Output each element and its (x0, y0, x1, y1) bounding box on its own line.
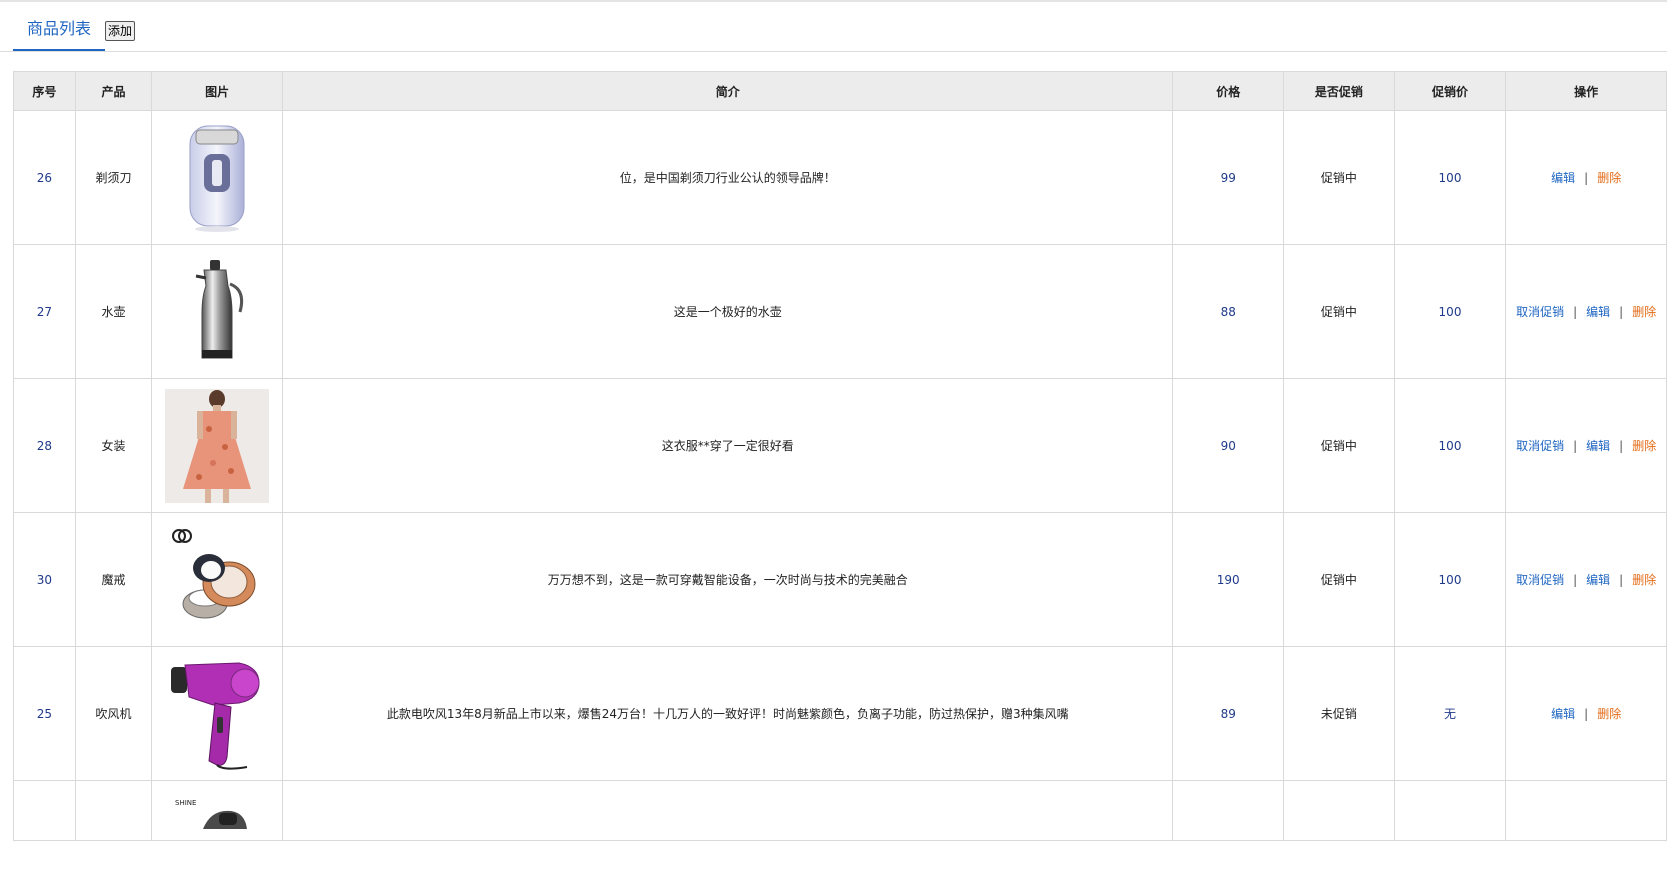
edit-link[interactable]: 编辑 (1586, 573, 1610, 587)
product-table: 序号 产品 图片 简介 价格 是否促销 促销价 操作 26 剃须刀 位，是中国剃… (13, 71, 1667, 841)
table-header-row: 序号 产品 图片 简介 价格 是否促销 促销价 操作 (13, 71, 1667, 111)
add-button[interactable]: 添加 (105, 21, 136, 41)
row-actions (1505, 780, 1667, 841)
table-row: 30 魔戒 万万想不到，这是一款可穿戴智能设备，一次时尚与技术的完美融合 190… (13, 512, 1667, 647)
row-actions: 编辑 | 删除 (1505, 110, 1667, 245)
row-description: 位，是中国剃须刀行业公认的领导品牌！ (282, 110, 1174, 245)
row-product-name (74, 780, 153, 841)
row-product-name: 女装 (74, 378, 153, 513)
cancel-promotion-link[interactable]: 取消促销 (1516, 305, 1564, 319)
row-promotion-status: 促销中 (1283, 378, 1395, 513)
row-price: 190 (1172, 512, 1285, 647)
row-promotion-status: 未促销 (1283, 646, 1395, 781)
separator: | (1619, 573, 1624, 587)
separator: | (1573, 573, 1578, 587)
row-description (282, 780, 1174, 841)
delete-link[interactable]: 删除 (1597, 707, 1621, 721)
row-product-name: 吹风机 (74, 646, 153, 781)
row-price: 99 (1172, 110, 1285, 245)
header-promo-price: 促销价 (1393, 71, 1507, 111)
row-price: 90 (1172, 378, 1285, 513)
row-id: 28 (13, 378, 76, 513)
row-promo-price (1393, 780, 1507, 841)
row-actions: 取消促销 | 编辑 | 删除 (1505, 512, 1667, 647)
row-price: 88 (1172, 244, 1285, 379)
row-description: 这是一个极好的水壶 (282, 244, 1174, 379)
row-promotion-status: 促销中 (1283, 512, 1395, 647)
row-promotion-status (1283, 780, 1395, 841)
dress-image (151, 378, 284, 513)
separator: | (1573, 439, 1578, 453)
delete-link[interactable]: 删除 (1632, 439, 1656, 453)
row-id: 27 (13, 244, 76, 379)
row-description: 万万想不到，这是一款可穿戴智能设备，一次时尚与技术的完美融合 (282, 512, 1174, 647)
separator: | (1619, 305, 1624, 319)
smart-ring-image (151, 512, 284, 647)
tab-product-list[interactable]: 商品列表 (13, 18, 105, 51)
watch-brand-text: SHINE (175, 799, 196, 807)
hair-dryer-image (151, 646, 284, 781)
cancel-promotion-link[interactable]: 取消促销 (1516, 439, 1564, 453)
separator: | (1619, 439, 1624, 453)
header-id: 序号 (13, 71, 76, 111)
header-image: 图片 (151, 71, 284, 111)
row-actions: 取消促销 | 编辑 | 删除 (1505, 378, 1667, 513)
row-promo-price: 100 (1393, 512, 1507, 647)
edit-link[interactable]: 编辑 (1551, 171, 1575, 185)
tab-bar: 商品列表 添加 (0, 0, 1667, 52)
row-description: 此款电吹风13年8月新品上市以来，爆售24万台！十几万人的一致好评！时尚魅紫颜色… (282, 646, 1174, 781)
row-promotion-status: 促销中 (1283, 244, 1395, 379)
row-promotion-status: 促销中 (1283, 110, 1395, 245)
row-id: 26 (13, 110, 76, 245)
row-product-name: 水壶 (74, 244, 153, 379)
edit-link[interactable]: 编辑 (1586, 305, 1610, 319)
row-actions: 取消促销 | 编辑 | 删除 (1505, 244, 1667, 379)
header-product: 产品 (74, 71, 153, 111)
row-price (1172, 780, 1285, 841)
header-promotion-status: 是否促销 (1283, 71, 1395, 111)
kettle-image (151, 244, 284, 379)
separator: | (1584, 707, 1589, 721)
header-description: 简介 (282, 71, 1174, 111)
header-actions: 操作 (1505, 71, 1667, 111)
table-row: SHINE (13, 780, 1667, 841)
table-row: 26 剃须刀 位，是中国剃须刀行业公认的领导品牌！ 99 促销中 100 编辑 … (13, 110, 1667, 245)
cancel-promotion-link[interactable]: 取消促销 (1516, 573, 1564, 587)
row-promo-price: 100 (1393, 110, 1507, 245)
separator: | (1573, 305, 1578, 319)
row-price: 89 (1172, 646, 1285, 781)
row-promo-price: 100 (1393, 378, 1507, 513)
table-row: 28 女装 这衣服**穿了一定很好看 90 促销中 100 取消促销 | 编辑 | 删除 (13, 378, 1667, 513)
row-product-name: 魔戒 (74, 512, 153, 647)
delete-link[interactable]: 删除 (1597, 171, 1621, 185)
shaver-image (151, 110, 284, 245)
table-row: 27 水壶 这是一个极好的水壶 88 促销中 100 取消促销 | 编辑 | 删… (13, 244, 1667, 379)
row-description: 这衣服**穿了一定很好看 (282, 378, 1174, 513)
delete-link[interactable]: 删除 (1632, 573, 1656, 587)
delete-link[interactable]: 删除 (1632, 305, 1656, 319)
row-id: 25 (13, 646, 76, 781)
header-price: 价格 (1172, 71, 1285, 111)
edit-link[interactable]: 编辑 (1551, 707, 1575, 721)
row-product-name: 剃须刀 (74, 110, 153, 245)
edit-link[interactable]: 编辑 (1586, 439, 1610, 453)
row-id: 30 (13, 512, 76, 647)
separator: | (1584, 171, 1589, 185)
row-id (13, 780, 76, 841)
row-actions: 编辑 | 删除 (1505, 646, 1667, 781)
row-promo-price: 100 (1393, 244, 1507, 379)
watch-image: SHINE (151, 780, 284, 841)
row-promo-price: 无 (1393, 646, 1507, 781)
table-row: 25 吹风机 此款电吹风13年8月新品上市以来，爆售24万台！十几万人的一致好评… (13, 646, 1667, 781)
